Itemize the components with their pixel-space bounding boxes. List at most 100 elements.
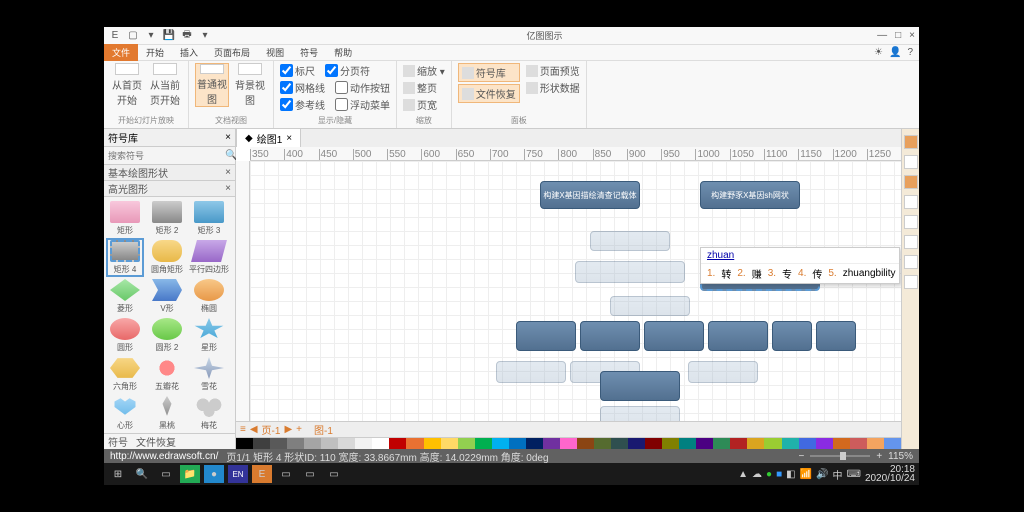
clock[interactable]: 20:182020/10/24 (865, 465, 915, 483)
color-swatch[interactable] (713, 438, 730, 449)
pagewidth-button[interactable]: 页宽 (403, 97, 445, 112)
from-first-button[interactable]: 从首页开始 (110, 63, 144, 107)
shape-V形[interactable]: V形 (150, 279, 184, 314)
panel-icon[interactable] (904, 275, 918, 289)
color-swatch[interactable] (372, 438, 389, 449)
zoom-slider[interactable] (810, 455, 870, 457)
tray-icon[interactable]: ■ (776, 469, 782, 480)
fitpage-button[interactable]: 整页 (403, 80, 445, 95)
zoom-out-icon[interactable]: − (798, 451, 804, 462)
shape-菱形[interactable]: 菱形 (108, 279, 142, 314)
shape-椭圆[interactable]: 椭圆 (192, 279, 226, 314)
color-swatch[interactable] (764, 438, 781, 449)
symbol-panel-button[interactable]: 符号库 (458, 63, 520, 82)
panel-icon[interactable] (904, 235, 918, 249)
node-row[interactable] (708, 321, 768, 351)
node-row[interactable] (816, 321, 856, 351)
color-swatch[interactable] (577, 438, 594, 449)
tray-icon[interactable]: ◧ (786, 469, 795, 480)
shape-圆角矩形[interactable]: 圆角矩形 (150, 240, 184, 275)
color-swatch[interactable] (850, 438, 867, 449)
color-swatch[interactable] (406, 438, 423, 449)
open-icon[interactable]: ▾ (144, 29, 158, 43)
color-swatch[interactable] (645, 438, 662, 449)
page-next-icon[interactable]: ▶ (284, 424, 292, 435)
search-input[interactable] (108, 151, 225, 161)
color-swatch[interactable] (424, 438, 441, 449)
new-icon[interactable]: ▢ (126, 29, 140, 43)
node-faded[interactable] (590, 231, 670, 251)
node-faded[interactable] (496, 361, 566, 383)
zoom-value[interactable]: 115% (888, 451, 913, 462)
color-swatch[interactable] (321, 438, 338, 449)
user-icon[interactable]: 👤 (889, 47, 901, 58)
node-row[interactable] (644, 321, 704, 351)
node-row[interactable] (580, 321, 640, 351)
shape-梅花[interactable]: 梅花 (192, 396, 226, 431)
tab-insert[interactable]: 插入 (172, 44, 206, 61)
cat-highlight[interactable]: 高光图形 (108, 181, 148, 196)
panel-icon[interactable] (904, 155, 918, 169)
panel-icon[interactable] (904, 195, 918, 209)
color-swatch[interactable] (662, 438, 679, 449)
panel-icon[interactable] (904, 215, 918, 229)
tab-home[interactable]: 开始 (138, 44, 172, 61)
foot-symbol[interactable]: 符号 (108, 434, 128, 449)
minimize-button[interactable]: — (877, 30, 887, 41)
color-bar[interactable] (236, 437, 901, 449)
app-icon[interactable]: ▭ (300, 465, 320, 483)
color-swatch[interactable] (594, 438, 611, 449)
actionbtn-check[interactable]: 动作按钮 (335, 80, 390, 95)
lang-icon[interactable]: EN (228, 465, 248, 483)
zoom-in-icon[interactable]: + (876, 451, 882, 462)
color-swatch[interactable] (458, 438, 475, 449)
shape-星形[interactable]: 星形 (192, 318, 226, 353)
panel-icon[interactable] (904, 135, 918, 149)
shape-雪花[interactable]: 雪花 (192, 357, 226, 392)
recovery-panel-button[interactable]: 文件恢复 (458, 84, 520, 103)
panel-icon[interactable] (904, 175, 918, 189)
tab-layout[interactable]: 页面布局 (206, 44, 258, 61)
volume-icon[interactable]: 🔊 (816, 469, 828, 480)
color-swatch[interactable] (867, 438, 884, 449)
normal-view-button[interactable]: 普通视图 (195, 63, 229, 107)
color-swatch[interactable] (236, 438, 253, 449)
node-faded[interactable] (688, 361, 758, 383)
color-swatch[interactable] (338, 438, 355, 449)
canvas[interactable]: 构建X基因描绘清查记载体 构建野豕X基因sh网状 (250, 161, 901, 421)
shape-圆形 2[interactable]: 圆形 2 (150, 318, 184, 353)
shape-黑桃[interactable]: 黑桃 (150, 396, 184, 431)
ime-icon[interactable]: ⌨ (847, 469, 861, 480)
node-row[interactable] (772, 321, 812, 351)
node-faded[interactable] (575, 261, 685, 283)
wechat-icon[interactable]: ● (766, 469, 772, 480)
shape-矩形 2[interactable]: 矩形 2 (150, 201, 184, 236)
shape-矩形[interactable]: 矩形 (108, 201, 142, 236)
layer-tab[interactable]: 图-1 (314, 422, 333, 437)
ime-candidates[interactable]: 1.转2.赚3.专4.传5.zhuangbility › (701, 264, 899, 283)
color-swatch[interactable] (441, 438, 458, 449)
pagebreak-check[interactable]: 分页符 (325, 63, 370, 78)
color-swatch[interactable] (679, 438, 696, 449)
node-b[interactable]: 构建野豕X基因sh网状 (700, 181, 800, 209)
color-swatch[interactable] (509, 438, 526, 449)
color-swatch[interactable] (389, 438, 406, 449)
color-swatch[interactable] (543, 438, 560, 449)
node-row[interactable] (600, 371, 680, 401)
guide-check[interactable]: 参考线 (280, 97, 325, 112)
panel-icon[interactable] (904, 255, 918, 269)
color-swatch[interactable] (799, 438, 816, 449)
node-a[interactable]: 构建X基因描绘清查记载体 (540, 181, 640, 209)
shape-矩形 4[interactable]: 矩形 4 (108, 240, 142, 275)
color-swatch[interactable] (355, 438, 372, 449)
shapedata-panel-button[interactable]: 形状数据 (526, 80, 580, 95)
start-button[interactable]: ⊞ (108, 465, 128, 483)
add-page-icon[interactable]: + (296, 424, 302, 435)
theme-icon[interactable]: ☀ (874, 47, 883, 58)
app-icon[interactable]: E (252, 465, 272, 483)
color-swatch[interactable] (560, 438, 577, 449)
qat-dropdown-icon[interactable]: ▾ (198, 29, 212, 43)
page-tab[interactable]: 页-1 (262, 422, 281, 437)
grid-check[interactable]: 网格线 (280, 80, 325, 95)
save-icon[interactable]: 💾 (162, 29, 176, 43)
